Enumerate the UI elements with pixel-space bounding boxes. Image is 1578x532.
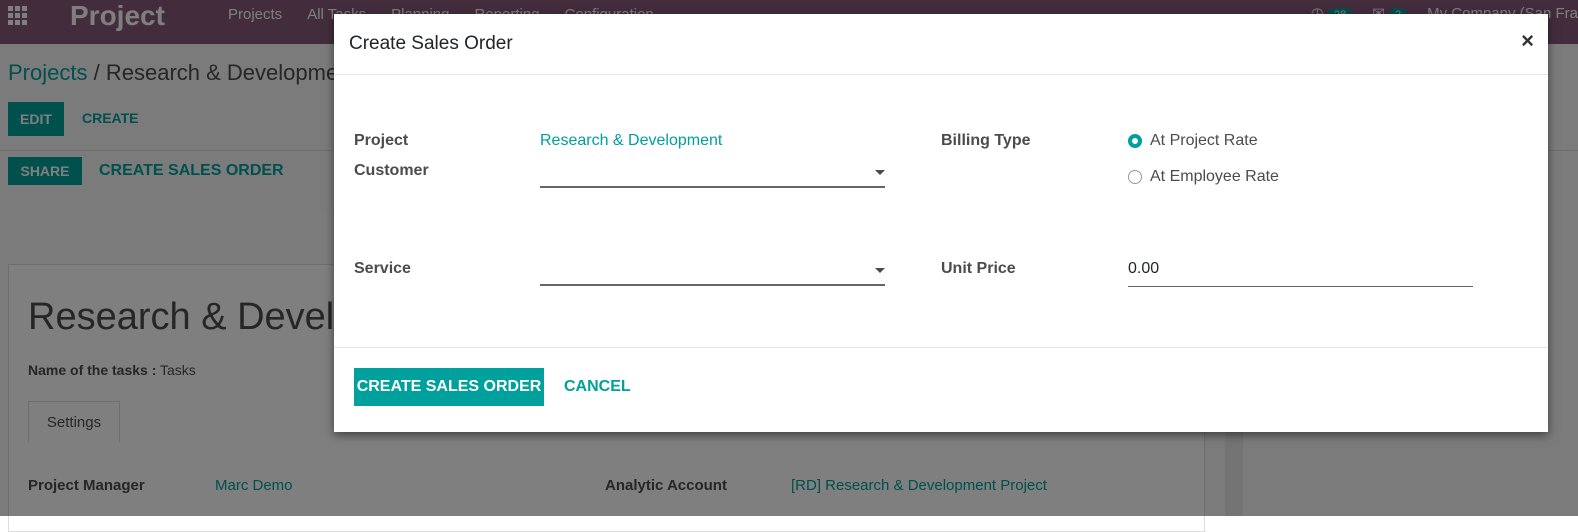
service-label: Service	[354, 260, 411, 277]
dialog-header: Create Sales Order ×	[334, 14, 1548, 75]
create-sales-order-button[interactable]: CREATE SALES ORDER	[354, 368, 544, 406]
unit-price-input[interactable]: 0.00	[1128, 260, 1473, 287]
billing-option-project-rate[interactable]: At Project Rate	[1128, 132, 1258, 150]
cancel-button[interactable]: CANCEL	[564, 378, 631, 396]
billing-option-employee-rate[interactable]: At Employee Rate	[1128, 168, 1279, 186]
close-icon[interactable]: ×	[1521, 28, 1534, 54]
billing-type-label: Billing Type	[941, 132, 1031, 149]
dialog-footer: CREATE SALES ORDER CANCEL	[334, 347, 1548, 433]
unit-price-label: Unit Price	[941, 260, 1016, 277]
create-sales-order-dialog: Create Sales Order × Project Research & …	[334, 14, 1548, 432]
customer-select[interactable]	[540, 160, 885, 188]
radio-unchecked-icon[interactable]	[1128, 170, 1142, 184]
project-label: Project	[354, 132, 409, 149]
customer-label: Customer	[354, 162, 429, 179]
chevron-down-icon	[875, 268, 885, 273]
billing-option-label: At Project Rate	[1150, 132, 1258, 149]
chevron-down-icon	[875, 170, 885, 175]
billing-option-label: At Employee Rate	[1150, 168, 1279, 185]
project-value[interactable]: Research & Development	[540, 132, 722, 150]
service-select[interactable]	[540, 258, 885, 286]
radio-checked-icon[interactable]	[1128, 134, 1142, 148]
dialog-title: Create Sales Order	[349, 33, 513, 54]
